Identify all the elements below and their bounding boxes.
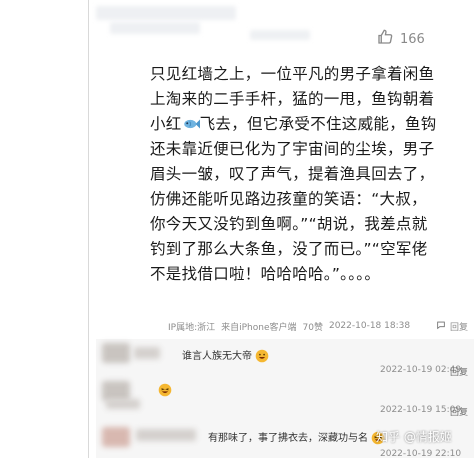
like-button[interactable]: 166 (376, 28, 425, 50)
avatar (102, 381, 130, 401)
left-divider (88, 0, 89, 458)
comment-line: 眉头一皱，叹了声气，提着渔具回去了， (150, 165, 435, 183)
comment-line: 你今天又没钓到鱼啊。”“胡说，我差点就 (150, 215, 428, 233)
reply-action[interactable]: 回复 (450, 365, 468, 378)
comment-line: 还未靠近便已化为了宇宙间的尘埃，男子 (150, 140, 435, 158)
reply-item: 2022-10-19 15:09 回复 (96, 379, 474, 418)
reply-text: 有那味了，事了拂衣去，深藏功与名 (208, 429, 385, 445)
comment-line-prefix: 小红 (150, 115, 182, 133)
laugh-emoji-icon (158, 383, 172, 397)
reply-text-content: 谁言人族无大帝 (182, 351, 252, 362)
reply-username (134, 347, 160, 359)
like-count: 166 (400, 31, 425, 47)
reply-date: 2022-10-19 02:49 (380, 365, 462, 375)
reply-item: 谁言人族无大帝 2022-10-19 02:49 回复 (96, 339, 474, 379)
reply-username (106, 399, 140, 409)
reply-label: 回复 (449, 322, 468, 333)
comment-line: 小红 飞去，但它承受不住这威能，鱼钩 (150, 112, 440, 137)
comment-line: 只见红墙之上，一位平凡的男子拿着闲鱼 (150, 65, 435, 83)
reply-username (136, 429, 196, 441)
reply-text (158, 383, 172, 397)
reply-date: 2022-10-19 15:09 (380, 405, 462, 415)
comment-line: 上淘来的二手手杆，猛的一甩，鱼钩朝着 (150, 90, 435, 108)
device-source: 来自iPhone客户端 (221, 322, 297, 333)
avatar (102, 343, 130, 363)
ip-location: IP属地:浙江 (168, 322, 216, 333)
comment-meta: IP属地:浙江 来自iPhone客户端 70赞 2022-10-18 18:38… (168, 319, 468, 333)
reply-button[interactable]: 回复 (436, 320, 468, 333)
zhihu-watermark: 知乎 @情报姬 (376, 430, 452, 444)
reply-date: 2022-10-19 22:10 (380, 449, 462, 458)
thumbs-up-icon (376, 28, 394, 50)
reply-action[interactable]: 回复 (450, 405, 468, 418)
comment-line-rest: 飞去，但它承受不住这威能，鱼钩 (199, 115, 437, 133)
fish-emoji-icon (183, 119, 200, 129)
comment-likes: 70赞 (302, 322, 323, 333)
screenshot-page: 166 只见红墙之上，一位平凡的男子拿着闲鱼 上淘来的二手手杆，猛的一甩，鱼钩朝… (0, 0, 474, 458)
comment-line: 仿佛还能听见路边孩童的笑语：“大叔， (150, 190, 427, 208)
reply-text: 谁言人族无大帝 (182, 347, 269, 363)
reply-text-content: 有那味了，事了拂衣去，深藏功与名 (208, 433, 368, 444)
comment-line: 钓到了那么大条鱼，没了而已。”“空军佬 (150, 240, 428, 258)
comment-line: 不是找借口啦！哈哈哈哈。”。。。。 (150, 265, 381, 283)
avatar (102, 427, 130, 447)
comment-date: 2022-10-18 18:38 (328, 321, 411, 331)
comment-icon (437, 321, 445, 329)
grin-emoji-icon (255, 349, 269, 363)
comment-body: 只见红墙之上，一位平凡的男子拿着闲鱼 上淘来的二手手杆，猛的一甩，鱼钩朝着 小红… (150, 62, 440, 287)
